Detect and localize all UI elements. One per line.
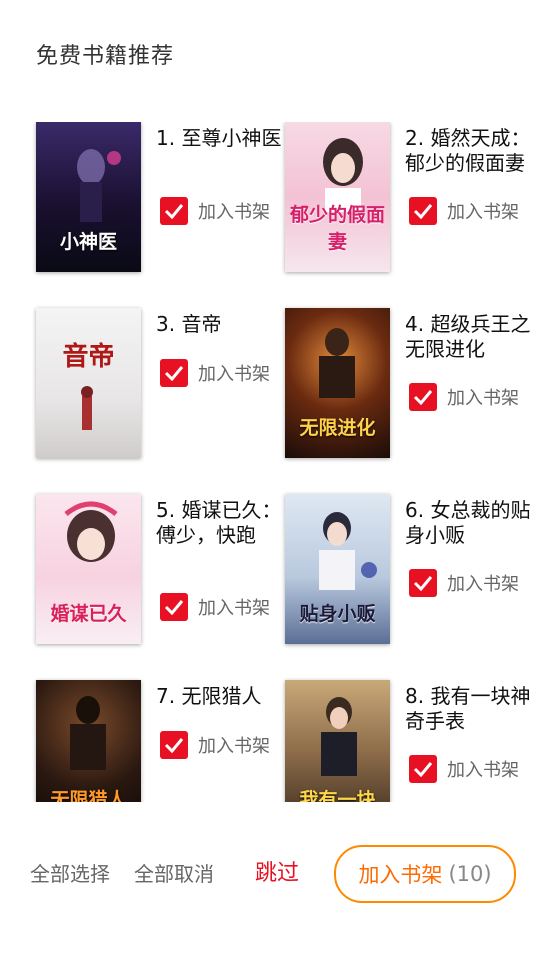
checkbox-checked-icon[interactable] [409, 197, 437, 225]
book-cover-image[interactable]: 贴身小贩 [285, 494, 390, 644]
book-title: 5. 婚谋已久：傅少，快跑 [156, 498, 282, 547]
cover-figure-icon [321, 697, 357, 776]
checkbox-checked-icon[interactable] [160, 359, 188, 387]
cover-title: 小神医 [59, 231, 117, 253]
add-to-shelf-toggle[interactable]: 加入书架 [160, 196, 270, 226]
checkbox-checked-icon[interactable] [409, 569, 437, 597]
bottom-action-bar: 全部选择 全部取消 跳过 加入书架 (10) [0, 845, 540, 903]
select-all-button[interactable]: 全部选择 [30, 845, 110, 903]
book-cover-image[interactable]: 婚谋已久 [36, 494, 141, 644]
book-cover-image[interactable]: 小神医 [36, 122, 141, 272]
add-to-shelf-confirm-button[interactable]: 加入书架 (10) [334, 845, 516, 903]
page-title: 免费书籍推荐 [36, 44, 175, 69]
add-to-shelf-toggle[interactable]: 加入书架 [409, 568, 519, 598]
add-to-shelf-toggle[interactable]: 加入书架 [160, 358, 270, 388]
book-cover-image[interactable]: 无限进化 [285, 308, 390, 458]
cover-title: 郁少的假面妻 [289, 204, 385, 253]
add-to-shelf-toggle[interactable]: 加入书架 [409, 382, 519, 412]
checkbox-checked-icon[interactable] [160, 731, 188, 759]
book-title: 6. 女总裁的贴身小贩 [405, 498, 531, 547]
add-to-shelf-toggle[interactable]: 加入书架 [409, 196, 519, 226]
book-cover-image[interactable]: 音帝 [36, 308, 141, 458]
add-to-shelf-label: 加入书架 [447, 202, 519, 223]
add-to-shelf-toggle[interactable]: 加入书架 [160, 730, 270, 760]
add-to-shelf-label: 加入书架 [198, 736, 270, 757]
checkbox-checked-icon[interactable] [160, 593, 188, 621]
add-to-shelf-label: 加入书架 [198, 598, 270, 619]
book-item-6[interactable]: 贴身小贩 6. 女总裁的贴身小贩 加入书架 [285, 494, 535, 644]
book-title: 8. 我有一块神奇手表 [405, 684, 531, 733]
checkbox-checked-icon[interactable] [160, 197, 188, 225]
add-to-shelf-label: 加入书架 [447, 574, 519, 595]
checkbox-checked-icon[interactable] [409, 755, 437, 783]
cover-title: 贴身小贩 [299, 603, 376, 625]
book-grid: 小神医 1. 至尊小神医 加入书架 郁少的假面妻 2. 婚然天成：郁少的假面妻 … [0, 122, 540, 802]
book-cover-image[interactable]: 我有一块 [285, 680, 390, 802]
cover-title: 我有一块 [299, 789, 376, 802]
cover-title: 婚谋已久 [50, 603, 127, 625]
add-to-shelf-label: 加入书架 [198, 202, 270, 223]
book-title: 4. 超级兵王之无限进化 [405, 312, 531, 361]
book-cover-image[interactable]: 无限猎人 [36, 680, 141, 802]
book-item-2[interactable]: 郁少的假面妻 2. 婚然天成：郁少的假面妻 加入书架 [285, 122, 535, 272]
cover-title: 音帝 [62, 342, 115, 372]
book-title: 1. 至尊小神医 [156, 126, 282, 150]
book-item-7[interactable]: 无限猎人 7. 无限猎人 加入书架 [36, 680, 286, 802]
book-item-1[interactable]: 小神医 1. 至尊小神医 加入书架 [36, 122, 286, 272]
book-item-4[interactable]: 无限进化 4. 超级兵王之无限进化 加入书架 [285, 308, 535, 458]
deselect-all-button[interactable]: 全部取消 [134, 845, 214, 903]
book-cover-image[interactable]: 郁少的假面妻 [285, 122, 390, 272]
checkbox-checked-icon[interactable] [409, 383, 437, 411]
book-item-5[interactable]: 婚谋已久 5. 婚谋已久：傅少，快跑 加入书架 [36, 494, 286, 644]
cover-title: 无限猎人 [50, 789, 127, 802]
book-title: 7. 无限猎人 [156, 684, 262, 708]
book-item-3[interactable]: 音帝 3. 音帝 加入书架 [36, 308, 286, 458]
cover-title: 无限进化 [299, 417, 376, 439]
add-to-shelf-label: 加入书架 [198, 364, 270, 385]
book-item-8[interactable]: 我有一块 8. 我有一块神奇手表 加入书架 [285, 680, 535, 802]
cover-figure-icon [81, 386, 93, 430]
add-to-shelf-toggle[interactable]: 加入书架 [409, 754, 519, 784]
add-to-shelf-toggle[interactable]: 加入书架 [160, 592, 270, 622]
add-to-shelf-label: 加入书架 [447, 760, 519, 781]
cover-figure-icon [70, 696, 106, 770]
book-title: 2. 婚然天成：郁少的假面妻 [405, 126, 531, 175]
book-title: 3. 音帝 [156, 312, 222, 336]
add-to-shelf-label: 加入书架 [447, 388, 519, 409]
confirm-label: 加入书架 [358, 863, 443, 887]
selected-count: (10) [448, 862, 492, 886]
skip-button[interactable]: 跳过 [255, 845, 299, 903]
